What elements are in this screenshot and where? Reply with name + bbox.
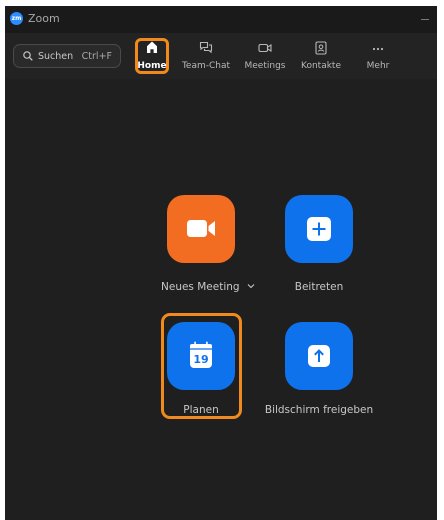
home-icon [147, 41, 157, 53]
search-label: Suchen [38, 51, 74, 62]
tab-label: Kontakte [301, 61, 341, 71]
chat-icon [199, 41, 213, 54]
tab-more[interactable]: Mehr [361, 37, 395, 75]
search-input[interactable]: Suchen Ctrl+F [13, 44, 121, 68]
plus-icon [307, 217, 331, 241]
minimize-button[interactable] [421, 19, 429, 20]
share-screen-button[interactable] [285, 322, 353, 390]
tab-label: Team-Chat [181, 61, 231, 71]
arrow-up-icon [308, 345, 330, 367]
calendar-day: 19 [193, 353, 208, 366]
schedule-button[interactable]: 19 [167, 322, 235, 390]
tab-team-chat[interactable]: Team-Chat [181, 37, 231, 75]
tab-home[interactable]: Home [136, 37, 168, 75]
more-icon [372, 47, 384, 51]
join-button[interactable] [285, 195, 353, 263]
video-camera-icon [258, 43, 272, 53]
search-icon [23, 51, 33, 61]
new-meeting-button[interactable] [167, 195, 235, 263]
share-screen-label: Bildschirm freigeben [264, 404, 374, 416]
tab-label: Mehr [366, 61, 390, 71]
calendar-icon: 19 [190, 341, 212, 368]
home-content: Neues Meeting Beitreten 19 Planen Bildsc… [5, 79, 437, 520]
search-shortcut: Ctrl+F [81, 51, 112, 62]
tab-label: Meetings [244, 61, 286, 71]
tab-meetings[interactable]: Meetings [241, 37, 289, 75]
tab-label: Home [137, 61, 167, 71]
contacts-icon [315, 41, 327, 55]
new-meeting-label[interactable]: Neues Meeting [161, 281, 255, 293]
video-camera-icon [187, 220, 215, 237]
join-label: Beitreten [294, 281, 344, 293]
zoom-logo: zm [10, 12, 23, 25]
chevron-down-icon[interactable] [247, 283, 255, 289]
window-title: Zoom [28, 12, 60, 25]
top-toolbar: Suchen Ctrl+F Home Team-Chat Meetings Ko… [5, 33, 437, 79]
title-bar: zm Zoom [5, 6, 437, 33]
tab-contacts[interactable]: Kontakte [297, 37, 345, 75]
zoom-window: zm Zoom Suchen Ctrl+F Home Team-Chat Mee… [5, 6, 437, 520]
schedule-label: Planen [183, 404, 219, 416]
